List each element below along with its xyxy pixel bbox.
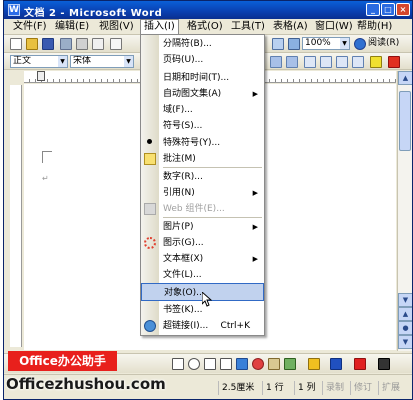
line-color-icon[interactable] [330,358,342,370]
new-document-icon[interactable] [10,38,22,50]
open-folder-icon[interactable] [26,38,38,50]
menu-item-hyperlink[interactable]: 超链接(I)... Ctrl+K [141,317,264,335]
textbox-icon[interactable] [204,358,216,370]
menu-item-label: 超链接(I)... [163,321,209,331]
menu-item-file[interactable]: 文件(L)... [141,266,264,284]
menu-file[interactable]: 文件(F) [10,20,50,34]
document-map-icon[interactable] [288,38,300,50]
comment-icon [144,153,156,165]
clipart-icon[interactable] [268,358,280,370]
picture-icon[interactable] [284,358,296,370]
indent-marker-icon[interactable] [37,71,45,81]
zoom-combo[interactable]: 100% ▼ [302,37,350,50]
menu-bar: 文件(F) 编辑(E) 视图(V) 插入(I) 格式(O) 工具(T) 表格(A… [4,19,412,35]
oval-icon[interactable] [188,358,200,370]
scroll-up-icon[interactable]: ▲ [398,71,412,85]
read-mode-button[interactable]: 阅读(R) [368,37,399,50]
menu-item-label: 文件(L)... [163,270,202,280]
menu-item-label: 对象(O)... [164,288,205,298]
menu-item-label: 页码(U)... [163,55,204,65]
bullets-icon[interactable] [320,56,332,68]
menu-view[interactable]: 视图(V) [96,20,137,34]
margin-corner-mark [42,151,52,163]
permission-icon[interactable] [60,38,72,50]
menu-item-label: Web 组件(E)... [163,204,225,214]
rectangle-icon[interactable] [172,358,184,370]
menu-item-label: 符号(S)... [163,121,203,131]
close-button[interactable]: × [396,3,410,16]
menu-window[interactable]: 窗口(W) [312,20,356,34]
status-track-changes[interactable]: 修订 [350,381,375,395]
menu-help[interactable]: 帮助(H) [354,20,395,34]
fill-color-icon[interactable] [308,358,320,370]
web-component-icon [144,203,156,215]
watermark-badge: Office办公助手 [8,351,117,371]
mouse-pointer-icon [202,292,212,307]
font-color-icon[interactable] [388,56,400,68]
menu-insert[interactable]: 插入(I) [140,19,179,35]
menu-tools[interactable]: 工具(T) [228,20,268,34]
menu-item-symbol[interactable]: 符号(S)... [141,117,264,135]
diagram-icon[interactable] [252,358,264,370]
line-spacing-icon[interactable] [286,56,298,68]
style-combo[interactable]: 正文 ▼ [10,55,68,68]
print-preview-icon[interactable] [92,38,104,50]
watermark-site: Officezhushou.com [6,375,166,393]
text-color-icon[interactable] [354,358,366,370]
chevron-down-icon: ▼ [58,56,67,67]
highlight-icon[interactable] [370,56,382,68]
word-app-icon[interactable]: W [8,4,20,16]
decrease-indent-icon[interactable] [336,56,348,68]
drawing-toggle-icon[interactable] [272,38,284,50]
save-icon[interactable] [42,38,54,50]
vertical-ruler[interactable] [10,85,22,347]
browse-object-icon[interactable]: ● [398,321,412,335]
status-column: 1 列 [294,381,319,395]
status-position: 2.5厘米 [218,381,257,395]
scroll-thumb[interactable] [399,91,411,151]
status-record[interactable]: 录制 [322,381,347,395]
word-window: W 文档 2 - Microsoft Word _ □ × 文件(F) 编辑(E… [3,0,413,400]
next-page-icon[interactable]: ▼ [398,335,412,349]
menu-item-label: 批注(M) [163,154,196,164]
help-icon[interactable] [354,38,366,50]
window-title: 文档 2 - Microsoft Word [24,8,163,19]
spelling-icon[interactable] [110,38,122,50]
vertical-scrollbar[interactable]: ▲ ▼ ▲ ● ▼ [397,71,412,351]
insert-menu-dropdown: 分隔符(B)... 页码(U)... 日期和时间(T)... 自动图文集(A) … [140,34,265,336]
line-style-icon[interactable] [378,358,390,370]
status-extend[interactable]: 扩展 [378,381,403,395]
print-icon[interactable] [76,38,88,50]
status-line: 1 行 [262,381,287,395]
wordart-icon[interactable] [236,358,248,370]
hyperlink-globe-icon [144,320,156,332]
paragraph-mark-icon: ↵ [42,174,49,183]
numbering-icon[interactable] [304,56,316,68]
menu-item-shortcut: Ctrl+K [220,321,250,331]
chevron-down-icon: ▼ [124,56,133,67]
diagram-icon [144,237,156,249]
minimize-button[interactable]: _ [366,3,380,16]
menu-format[interactable]: 格式(O) [184,20,226,34]
menu-edit[interactable]: 编辑(E) [52,20,92,34]
font-combo[interactable]: 宋体 ▼ [70,55,134,68]
align-icon[interactable] [270,56,282,68]
maximize-button[interactable]: □ [381,3,395,16]
scroll-down-icon[interactable]: ▼ [398,293,412,307]
chevron-down-icon: ▼ [340,38,349,49]
bullet-dot-icon [147,139,152,144]
menu-table[interactable]: 表格(A) [270,20,311,34]
vertical-textbox-icon[interactable] [220,358,232,370]
menu-item-web-component: Web 组件(E)... [141,200,264,218]
menu-item-page-numbers[interactable]: 页码(U)... [141,51,264,69]
menu-item-comment[interactable]: 批注(M) [141,150,264,168]
previous-page-icon[interactable]: ▲ [398,307,412,321]
increase-indent-icon[interactable] [352,56,364,68]
title-bar[interactable]: W 文档 2 - Microsoft Word _ □ × [4,1,412,19]
